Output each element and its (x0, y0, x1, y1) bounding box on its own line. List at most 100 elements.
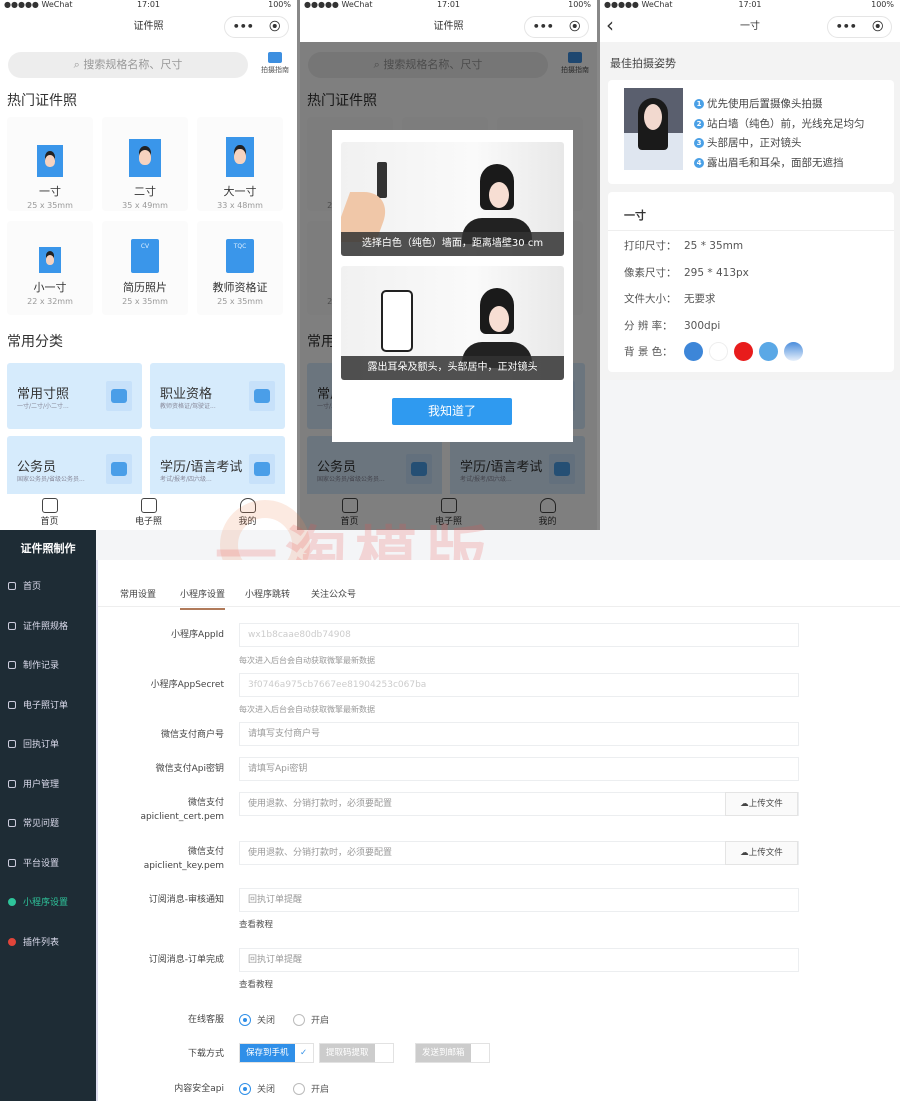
photo-spec-card[interactable]: 二寸35 x 49mm (102, 117, 188, 211)
tip-item: 2 站白墙（纯色）前，光线充足均匀 (694, 116, 865, 136)
tab-settings-3[interactable]: 关注公众号 (311, 587, 356, 600)
sidebar-item-spec[interactable]: 证件照规格 (8, 619, 68, 632)
cert-label: 微信支付 apiclient_cert.pem (140, 798, 224, 822)
photo-spec-card[interactable]: 小一寸22 x 32mm (7, 221, 93, 315)
bg-color-option[interactable] (734, 342, 753, 361)
view-tutorial-link[interactable]: 查看教程 (239, 978, 273, 990)
sidebar-item-miniprogram[interactable]: 小程序设置 (8, 895, 68, 908)
more-icon[interactable]: ••• (836, 17, 857, 37)
home-screen-with-guide-modal: ●●●●● WeChat17:01100% 证件照 •••⦿ ⌕ 搜索规格名称、… (300, 0, 600, 530)
key-label: 微信支付 apiclient_key.pem (143, 847, 224, 871)
download-option-checkbox[interactable]: 保存到手机 ✓ (239, 1043, 314, 1063)
service-off-radio[interactable]: 关闭 (239, 1013, 275, 1026)
back-icon[interactable]: ‹ (606, 10, 614, 40)
home-icon (8, 582, 16, 590)
miniprogram-icon (8, 898, 16, 906)
gear-icon (8, 858, 16, 867)
faq-icon (8, 819, 16, 827)
document-icon (140, 498, 157, 513)
security-off-radio[interactable]: 关闭 (239, 1082, 275, 1095)
photo-spec-card[interactable]: CV 简历照片25 x 35mm (102, 221, 188, 315)
portrait-icon (37, 145, 63, 177)
portrait-icon (129, 139, 161, 177)
download-option-checkbox[interactable]: 提取码提取 (319, 1043, 394, 1063)
service-on-radio[interactable]: 开启 (293, 1013, 329, 1026)
download-method-label: 下载方式 (187, 1049, 224, 1059)
tab-home[interactable]: 首页 (0, 494, 99, 530)
cert-file-input[interactable]: 使用退款、分销打款时，必须要配置 ☁上传文件 (239, 792, 799, 816)
status-bar: ●●●●● WeChat 17:01 100% (600, 0, 900, 12)
sidebar-item-user[interactable]: 用户管理 (8, 777, 59, 790)
check-icon (375, 1044, 393, 1062)
sidebar-item-print[interactable]: 回执订单 (8, 737, 59, 750)
more-icon[interactable]: ••• (233, 17, 254, 37)
capsule-menu[interactable]: ••• ⦿ (524, 16, 589, 38)
tab-document[interactable]: 电子照 (99, 494, 198, 530)
document-icon: CV (131, 239, 159, 273)
upload-key-button[interactable]: ☁上传文件 (725, 841, 798, 865)
category-icon (249, 454, 275, 484)
appsecret-label: 小程序AppSecret (150, 680, 224, 690)
bg-color-option[interactable] (784, 342, 803, 361)
category-card[interactable]: 职业资格教师资格证/驾驶证... (150, 363, 285, 429)
capsule-menu[interactable]: ••• ⦿ (224, 16, 289, 38)
sub-audit-input[interactable]: 回执订单提醒 (239, 888, 799, 912)
photo-spec-card[interactable]: 大一寸33 x 48mm (197, 117, 283, 211)
cloud-upload-icon: ☁ (740, 799, 749, 809)
search-icon: ⌕ (73, 58, 84, 71)
got-it-button[interactable]: 我知道了 (392, 398, 512, 425)
tip-item: 4 露出眉毛和耳朵，面部无遮挡 (694, 155, 865, 175)
bg-color-row: 背 景 色： (624, 342, 809, 361)
key-file-input[interactable]: 使用退款、分销打款时，必须要配置 ☁上传文件 (239, 841, 799, 865)
capsule-menu[interactable]: ••• ⦿ (827, 16, 892, 38)
check-icon: ✓ (299, 1048, 308, 1058)
sidebar-item-clock[interactable]: 制作记录 (8, 658, 59, 671)
tab-settings-1[interactable]: 小程序设置 (180, 587, 226, 610)
tips-list: 1 优先使用后置摄像头拍摄 2 站白墙（纯色）前，光线充足均匀 3 头部居中，正对镜头 4 露… (694, 96, 865, 174)
shooting-guide-button[interactable]: 拍摄指南 (255, 52, 295, 75)
close-miniprogram-icon[interactable]: ⦿ (269, 17, 280, 37)
category-card[interactable]: 常用寸照一寸/二寸/小二寸... (7, 363, 142, 429)
sidebar-item-home[interactable]: 首页 (8, 579, 41, 592)
sidebar-item-plugin[interactable]: 插件列表 (8, 935, 59, 948)
close-miniprogram-icon[interactable]: ⦿ (872, 17, 883, 37)
check-icon (471, 1044, 489, 1062)
security-label: 内容安全api (174, 1084, 224, 1094)
shooting-guide-modal: 选择白色（纯色）墙面，距离墙壁30 cm 露出耳朵及额头，头部居中，正对镜头 我… (332, 130, 573, 442)
spec-title: 一寸 (624, 209, 646, 222)
category-icon (249, 381, 275, 411)
order-icon (8, 700, 16, 709)
category-card[interactable]: 公务员国家公务员/省级公务员... (7, 436, 142, 502)
document-icon: TQC (226, 239, 254, 273)
spec-row: 打印尺寸： 25 * 35mm (624, 240, 744, 252)
bg-color-option[interactable] (684, 342, 703, 361)
admin-sidebar: 证件照制作 首页 证件照规格 制作记录 电子照订单 回执订单 用户管理 常见问题 平台设置 小程… (0, 530, 96, 1101)
search-input[interactable]: ⌕ 搜索规格名称、尺寸 (8, 52, 248, 78)
close-miniprogram-icon[interactable]: ⦿ (569, 17, 580, 37)
upload-cert-button[interactable]: ☁上传文件 (725, 792, 798, 816)
download-option-checkbox[interactable]: 发送到邮箱 (415, 1043, 490, 1063)
photo-spec-card[interactable]: 一寸25 x 35mm (7, 117, 93, 211)
category-section-title: 常用分类 (7, 334, 63, 350)
bg-color-option[interactable] (709, 342, 728, 361)
view-tutorial-link[interactable]: 查看教程 (239, 918, 273, 930)
clock-icon (8, 661, 16, 669)
category-card[interactable]: 学历/语言考试考试/报考/四六级... (150, 436, 285, 502)
print-icon (8, 740, 16, 748)
photo-spec-card[interactable]: TQC 教师资格证25 x 35mm (197, 221, 283, 315)
more-icon[interactable]: ••• (533, 17, 554, 37)
security-on-radio[interactable]: 开启 (293, 1082, 329, 1095)
service-label: 在线客服 (187, 1015, 224, 1025)
bg-color-option[interactable] (759, 342, 778, 361)
spec-row: 分 辨 率： 300dpi (624, 319, 721, 332)
api-key-input[interactable]: 请填写Api密钥 (239, 757, 799, 781)
sidebar-item-order[interactable]: 电子照订单 (8, 698, 68, 711)
appid-input[interactable]: wx1b8caae80db74908 (239, 623, 799, 647)
sub-done-input[interactable]: 回执订单提醒 (239, 948, 799, 972)
sidebar-item-gear[interactable]: 平台设置 (8, 856, 59, 869)
sidebar-item-faq[interactable]: 常见问题 (8, 816, 59, 829)
tab-settings-2[interactable]: 小程序跳转 (245, 587, 290, 600)
tab-settings-0[interactable]: 常用设置 (120, 587, 156, 600)
appsecret-input[interactable]: 3f0746a975cb7667ee81904253c067ba (239, 673, 799, 697)
merchant-id-input[interactable]: 请填写支付商户号 (239, 722, 799, 746)
